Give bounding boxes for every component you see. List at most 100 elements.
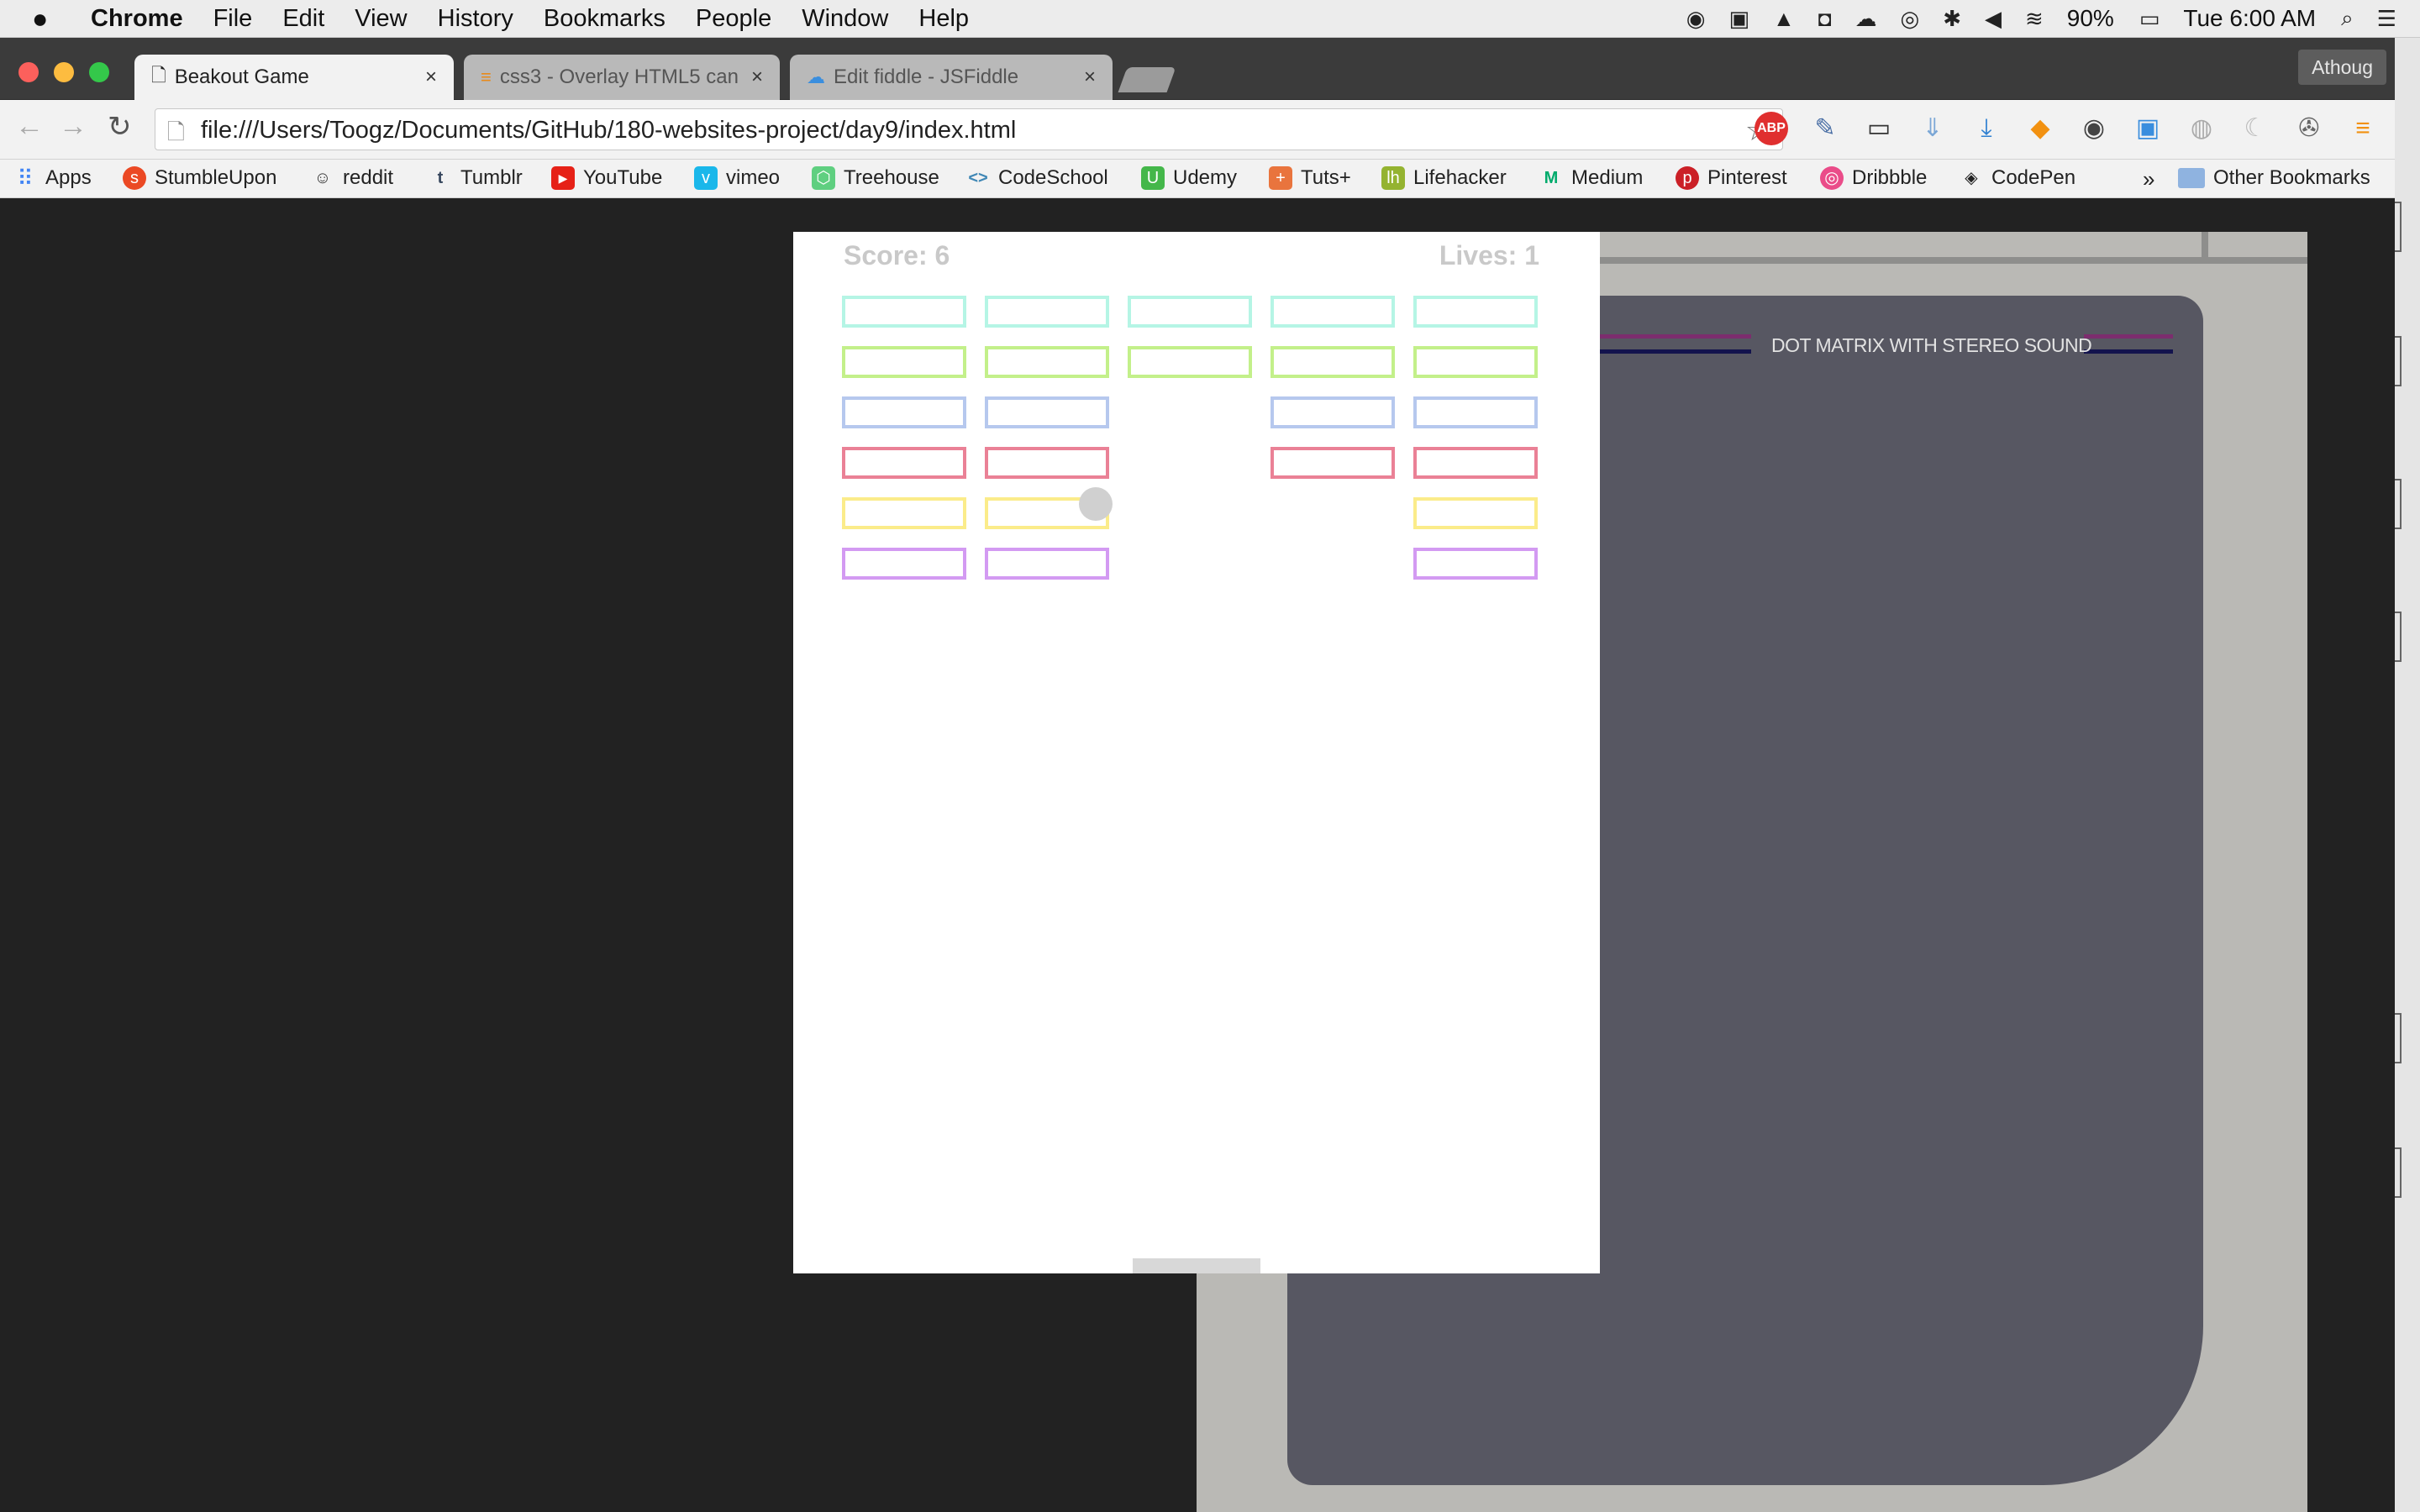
address-bar[interactable]: 🗋 file:///Users/Toogz/Documents/GitHub/1… — [155, 108, 1783, 150]
medium-icon: M — [1544, 169, 1559, 187]
menu-chrome[interactable]: Chrome — [91, 5, 183, 33]
bookmark-label: StumbleUpon — [155, 166, 277, 189]
bookmark-label: Pinterest — [1707, 166, 1787, 189]
edge-mark — [2395, 336, 2402, 386]
cloud-app-icon[interactable]: ☁ — [1855, 6, 1877, 32]
terminal-icon[interactable]: ▣ — [1728, 6, 1749, 32]
bookmark-tutsplus[interactable]: + Tuts+ — [1269, 166, 1351, 190]
bookmark-label: Medium — [1571, 166, 1644, 189]
bookmark-lifehacker[interactable]: lh Lifehacker — [1381, 166, 1507, 190]
hat-icon[interactable]: ▲ — [1773, 6, 1795, 32]
udemy-icon: U — [1141, 166, 1165, 190]
bezel-stripe-navy-right — [2084, 349, 2173, 354]
bookmark-tumblr[interactable]: t Tumblr — [429, 166, 523, 190]
notification-center-icon[interactable]: ☰ — [2377, 6, 2396, 32]
spotlight-search-icon[interactable]: ⌕ — [2341, 5, 2354, 32]
edge-mark — [2395, 1013, 2402, 1063]
bookmark-pinterest[interactable]: p Pinterest — [1676, 166, 1787, 190]
dribbble-icon: ◎ — [1820, 166, 1844, 190]
close-window-button[interactable] — [18, 62, 39, 82]
bookmark-app-icon[interactable]: ◘ — [1818, 6, 1832, 32]
close-tab-icon[interactable]: × — [1084, 66, 1096, 89]
bookmark-youtube[interactable]: ▶ YouTube — [551, 166, 662, 190]
bookmark-codeschool[interactable]: <> CodeSchool — [966, 166, 1107, 190]
menu-view[interactable]: View — [355, 5, 407, 33]
bookmark-treehouse[interactable]: ⬡ Treehouse — [812, 166, 939, 190]
paddle[interactable] — [1133, 1258, 1260, 1273]
menu-bookmarks[interactable]: Bookmarks — [544, 5, 666, 33]
chrome-menu-icon[interactable]: ≡ — [2346, 112, 2380, 145]
tutsplus-icon: + — [1269, 166, 1292, 190]
menu-file[interactable]: File — [213, 5, 253, 33]
url-text[interactable]: file:///Users/Toogz/Documents/GitHub/180… — [201, 117, 1016, 144]
brick — [1270, 396, 1395, 428]
edge-mark — [2395, 1147, 2402, 1198]
film-reel-icon[interactable]: ✇ — [2292, 112, 2326, 145]
lifehacker-icon: lh — [1381, 166, 1405, 190]
new-tab-button[interactable] — [1118, 67, 1176, 92]
bookmark-udemy[interactable]: U Udemy — [1141, 166, 1237, 190]
jsfiddle-icon: ☁ — [807, 66, 825, 87]
bookmarks-overflow-chevron[interactable]: » — [2143, 166, 2154, 192]
brick — [1270, 346, 1395, 378]
bookmark-vimeo[interactable]: v vimeo — [694, 166, 780, 190]
glasses-app-icon[interactable]: ◉ — [1686, 6, 1706, 32]
screenshot-icon[interactable]: ▣ — [2131, 112, 2165, 145]
bookmark-stumbleupon[interactable]: s StumbleUpon — [123, 166, 276, 190]
eyedropper-icon[interactable]: ✎ — [1808, 112, 1842, 145]
bookmark-label: CodePen — [1991, 166, 2076, 189]
back-arrow-icon[interactable]: ← — [15, 110, 44, 143]
battery-icon[interactable]: ▭ — [2139, 6, 2160, 32]
menu-window[interactable]: Window — [802, 5, 888, 33]
bookmark-other-bookmarks[interactable]: Other Bookmarks — [2178, 166, 2370, 190]
game-canvas[interactable]: Score: 6 Lives: 1 — [793, 232, 1600, 1273]
apps-grid-icon: ⠿ — [17, 165, 34, 191]
download-arrow-icon[interactable]: ⇓ — [1916, 112, 1949, 145]
bookmark-label: YouTube — [583, 166, 663, 189]
wifi-icon[interactable]: ≋ — [2025, 6, 2044, 32]
forward-arrow-icon[interactable]: → — [59, 110, 87, 143]
bookmark-reddit[interactable]: ☺ reddit — [311, 166, 393, 190]
reddit-icon: ☺ — [313, 169, 332, 187]
divider-notch — [2202, 232, 2208, 257]
bookmark-dribbble[interactable]: ◎ Dribbble — [1820, 166, 1927, 190]
crescent-icon[interactable]: ☾ — [2238, 112, 2272, 145]
brick — [1413, 548, 1538, 580]
brick — [842, 296, 966, 328]
tab-css3-overlay[interactable]: ≡ css3 - Overlay HTML5 can × — [464, 55, 780, 100]
bookmark-codepen[interactable]: ◈ CodePen — [1960, 166, 2075, 190]
menu-edit[interactable]: Edit — [282, 5, 324, 33]
profile-button[interactable]: Athoug — [2298, 50, 2386, 85]
eye-icon[interactable]: ◎ — [1901, 6, 1920, 32]
close-tab-icon[interactable]: × — [751, 66, 763, 89]
menu-people[interactable]: People — [696, 5, 771, 33]
bookmark-apps[interactable]: ⠿ Apps — [13, 165, 91, 191]
stumbleupon-icon: s — [123, 166, 146, 190]
edge-mark — [2395, 612, 2402, 662]
brick — [985, 346, 1109, 378]
pocket-icon[interactable]: ◆ — [2023, 112, 2057, 145]
volume-icon[interactable]: ◀ — [1985, 6, 2002, 32]
youtube-icon: ▶ — [551, 166, 575, 190]
reload-icon[interactable]: ↻ — [108, 110, 132, 144]
menu-help[interactable]: Help — [918, 5, 969, 33]
stackoverflow-icon: ≡ — [481, 66, 492, 87]
menu-history[interactable]: History — [438, 5, 513, 33]
tab-beakout-game[interactable]: 🗋 Beakout Game × — [134, 55, 454, 100]
minimize-window-button[interactable] — [54, 62, 74, 82]
tab-jsfiddle[interactable]: ☁ Edit fiddle - JSFiddle × — [790, 55, 1113, 100]
apple-icon[interactable]: ● — [32, 3, 66, 34]
clock[interactable]: Tue 6:00 AM — [2183, 5, 2316, 32]
globe-icon[interactable]: ◍ — [2185, 112, 2218, 145]
brick — [1413, 396, 1538, 428]
zoom-window-button[interactable] — [89, 62, 109, 82]
adblock-plus-icon[interactable]: ABP — [1754, 112, 1788, 145]
tab-title: Beakout Game — [174, 66, 309, 88]
record-icon[interactable]: ◉ — [2077, 112, 2111, 145]
cast-icon[interactable]: ▭ — [1862, 112, 1896, 145]
bookmark-medium[interactable]: M Medium — [1539, 166, 1644, 190]
download-icon[interactable]: ⤓ — [1970, 112, 2003, 145]
close-tab-icon[interactable]: × — [425, 66, 437, 89]
battery-percent[interactable]: 90% — [2067, 5, 2114, 32]
bluetooth-icon[interactable]: ✱ — [1943, 6, 1961, 32]
